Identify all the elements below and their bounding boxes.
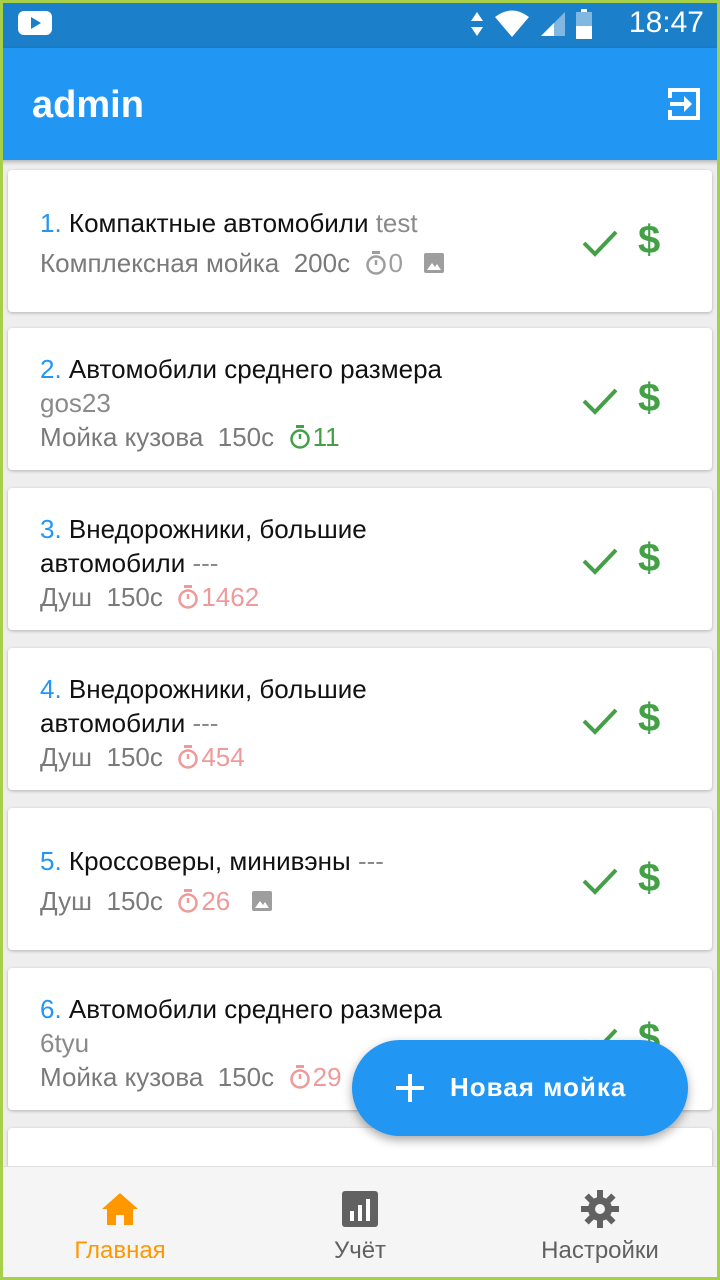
order-title-cont: автомобили --- <box>40 708 219 738</box>
payment-dollar-icon[interactable]: $ <box>638 696 660 741</box>
order-details: Комплексная мойка 200с 0 <box>40 248 446 279</box>
order-card[interactable]: 3. Внедорожники, большие автомобили --- … <box>8 488 712 630</box>
new-wash-label: Новая мойка <box>450 1072 627 1102</box>
status-time: 18:47 <box>628 6 704 39</box>
car-plate: 6tyu <box>40 1028 90 1058</box>
order-number: 1. <box>40 208 62 238</box>
car-type: Автомобили среднего размера <box>68 354 442 384</box>
timer-value: 1462 <box>201 582 260 612</box>
order-card[interactable]: 4. Внедорожники, большие автомобили --- … <box>8 648 712 790</box>
wifi-icon <box>495 10 529 37</box>
service-price: 150с <box>217 1062 275 1092</box>
service-name: Душ <box>40 582 93 612</box>
nav-label-accounting: Учёт <box>333 1237 387 1264</box>
order-card[interactable]: 5. Кроссоверы, минивэны --- Душ 150с 26 … <box>8 808 712 950</box>
payment-dollar-icon[interactable]: $ <box>638 856 660 901</box>
nav-label-settings: Настройки <box>541 1237 659 1264</box>
check-icon[interactable] <box>580 700 620 740</box>
nav-label-home: Главная <box>74 1237 166 1264</box>
service-price: 150с <box>217 422 275 452</box>
nav-item-settings[interactable]: Настройки <box>480 1167 720 1280</box>
check-icon[interactable] <box>580 540 620 580</box>
youtube-notification-icon <box>18 11 52 35</box>
timer-value: 11 <box>312 422 340 452</box>
order-card[interactable]: 1. Компактные автомобили test Комплексна… <box>8 170 712 312</box>
signal-icon <box>541 12 565 36</box>
service-price: 150с <box>106 886 163 916</box>
service-price: 200с <box>293 248 351 278</box>
service-price: 150с <box>106 582 163 612</box>
new-wash-button[interactable]: Новая мойка <box>352 1040 688 1136</box>
check-icon[interactable] <box>580 222 620 262</box>
image-icon[interactable] <box>250 889 274 913</box>
order-number: 4. <box>40 674 62 704</box>
order-number: 3. <box>40 514 62 544</box>
order-title-cont: автомобили --- <box>40 548 219 578</box>
timer-value: 29 <box>312 1062 342 1092</box>
order-title: 1. Компактные автомобили test <box>40 208 418 239</box>
car-type: Автомобили среднего размера <box>68 994 442 1024</box>
payment-dollar-icon[interactable]: $ <box>638 536 660 581</box>
app-bar: admin <box>0 48 720 160</box>
image-icon[interactable] <box>422 251 446 275</box>
service-name: Мойка кузова <box>40 1062 204 1092</box>
nav-item-home[interactable]: Главная <box>0 1167 240 1280</box>
check-icon[interactable] <box>580 860 620 900</box>
plus-icon <box>396 1074 424 1102</box>
gear-icon <box>581 1190 619 1228</box>
car-type: Внедорожники, большие <box>68 674 367 704</box>
order-title: 6. Автомобили среднего размера <box>40 994 442 1025</box>
payment-dollar-icon[interactable]: $ <box>638 376 660 421</box>
timer-value: 0 <box>388 248 404 278</box>
order-details: Мойка кузова 150с 29 <box>40 1062 342 1093</box>
data-transfer-icon <box>471 12 483 36</box>
service-price: 150с <box>106 742 163 772</box>
status-bar: 18:47 <box>0 0 720 48</box>
timer-icon <box>178 889 199 913</box>
timer-value: 454 <box>201 742 245 772</box>
order-title: 2. Автомобили среднего размера <box>40 354 442 385</box>
car-type: Внедорожники, большие <box>68 514 367 544</box>
order-title: 5. Кроссоверы, минивэны --- <box>40 846 384 877</box>
car-plate: --- <box>357 846 384 876</box>
order-details: Душ 150с 1462 <box>40 582 259 613</box>
order-number: 6. <box>40 994 62 1024</box>
car-plate: test <box>375 208 418 238</box>
car-plate: --- <box>192 708 219 738</box>
bottom-navigation: Главная Учёт Настройки <box>0 1166 720 1280</box>
order-number: 2. <box>40 354 62 384</box>
timer-value: 26 <box>201 886 231 916</box>
car-type: Кроссоверы, минивэны <box>68 846 351 876</box>
status-icons <box>470 8 592 40</box>
order-title: 3. Внедорожники, большие <box>40 514 367 545</box>
order-title: 4. Внедорожники, большие <box>40 674 367 705</box>
order-details: Душ 150с 26 <box>40 886 274 917</box>
order-details: Душ 150с 454 <box>40 742 245 773</box>
service-name: Мойка кузова <box>40 422 204 452</box>
app-title: admin <box>32 84 144 126</box>
check-icon[interactable] <box>580 380 620 420</box>
timer-icon <box>289 425 310 449</box>
service-name: Душ <box>40 742 93 772</box>
timer-icon <box>178 585 199 609</box>
order-details: Мойка кузова 150с 11 <box>40 422 340 453</box>
battery-icon <box>576 9 592 39</box>
service-name: Душ <box>40 886 93 916</box>
order-number: 5. <box>40 846 62 876</box>
timer-icon <box>289 1065 310 1089</box>
order-card[interactable]: 2. Автомобили среднего размера gos23 Мой… <box>8 328 712 470</box>
service-name: Комплексная мойка <box>40 248 280 278</box>
car-plate: gos23 <box>40 388 111 418</box>
stats-icon <box>342 1191 378 1227</box>
car-type: Компактные автомобили <box>68 208 369 238</box>
home-icon <box>102 1193 138 1225</box>
orders-list[interactable]: 1. Компактные автомобили test Комплексна… <box>0 160 720 1166</box>
payment-dollar-icon[interactable]: $ <box>638 218 660 263</box>
timer-icon <box>178 745 199 769</box>
timer-icon <box>365 251 386 275</box>
car-plate: --- <box>192 548 219 578</box>
nav-item-accounting[interactable]: Учёт <box>240 1167 480 1280</box>
logout-icon[interactable] <box>664 84 704 124</box>
